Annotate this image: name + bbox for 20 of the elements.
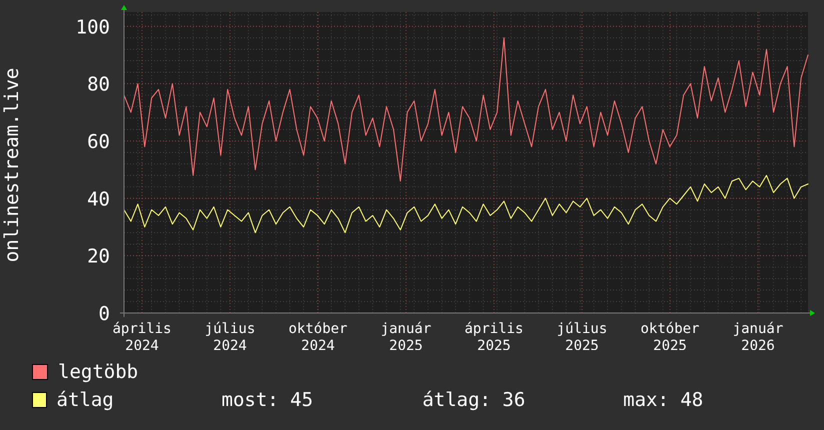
y-tick-label: 40 bbox=[87, 188, 110, 210]
y-tick-label: 0 bbox=[98, 303, 110, 325]
x-tick-label: október 2024 bbox=[288, 321, 348, 350]
y-tick-label: 100 bbox=[76, 16, 110, 38]
y-tick-label: 80 bbox=[87, 74, 110, 96]
x-tick-label: július 2025 bbox=[556, 321, 608, 350]
x-tick-label: január 2025 bbox=[380, 321, 432, 350]
legend-label: átlag bbox=[56, 389, 115, 411]
legend-stat: max: 48 bbox=[623, 389, 704, 411]
y-tick-label: 60 bbox=[87, 131, 110, 153]
x-tick-label: július 2024 bbox=[204, 321, 256, 350]
y-tick-label: 20 bbox=[87, 246, 110, 268]
x-tick-label: április 2024 bbox=[112, 321, 172, 350]
legend-stat: átlag: 36 bbox=[422, 389, 526, 411]
x-tick-label: április 2025 bbox=[464, 321, 524, 350]
axis-title: onlinestream.live bbox=[1, 68, 23, 262]
legend-label: legtöbb bbox=[58, 361, 140, 383]
legend-stat: most: 45 bbox=[222, 389, 314, 411]
x-tick-label: január 2026 bbox=[732, 321, 784, 350]
x-tick-label: október 2025 bbox=[640, 321, 700, 350]
